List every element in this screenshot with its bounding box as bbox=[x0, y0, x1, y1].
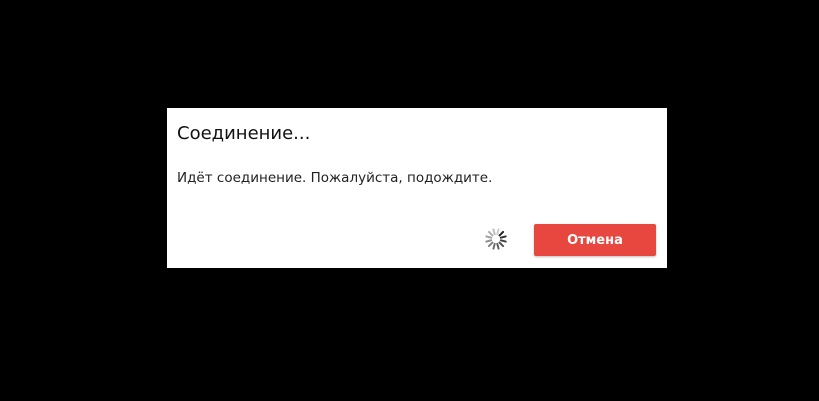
spinner-spoke bbox=[485, 235, 493, 239]
spinner-spoke bbox=[492, 228, 496, 236]
connection-dialog: Соединение... Идёт соединение. Пожалуйст… bbox=[167, 108, 667, 268]
dialog-title: Соединение... bbox=[177, 123, 311, 144]
spinner-spoke bbox=[496, 228, 500, 236]
spinner-spoke bbox=[499, 235, 507, 239]
spinner-spoke bbox=[496, 242, 500, 250]
loading-spinner-icon bbox=[485, 228, 507, 250]
screen-backdrop: Соединение... Идёт соединение. Пожалуйст… bbox=[0, 0, 819, 401]
dialog-message: Идёт соединение. Пожалуйста, подождите. bbox=[177, 170, 493, 186]
spinner-spoke bbox=[492, 242, 496, 250]
spinner-spoke bbox=[498, 230, 505, 237]
spinner-spoke bbox=[487, 230, 494, 237]
spinner-spoke bbox=[487, 241, 494, 248]
spinner-spoke bbox=[498, 241, 505, 248]
spinner-spoke bbox=[499, 239, 507, 243]
cancel-button[interactable]: Отмена bbox=[534, 224, 656, 256]
spinner-spoke bbox=[485, 239, 493, 243]
